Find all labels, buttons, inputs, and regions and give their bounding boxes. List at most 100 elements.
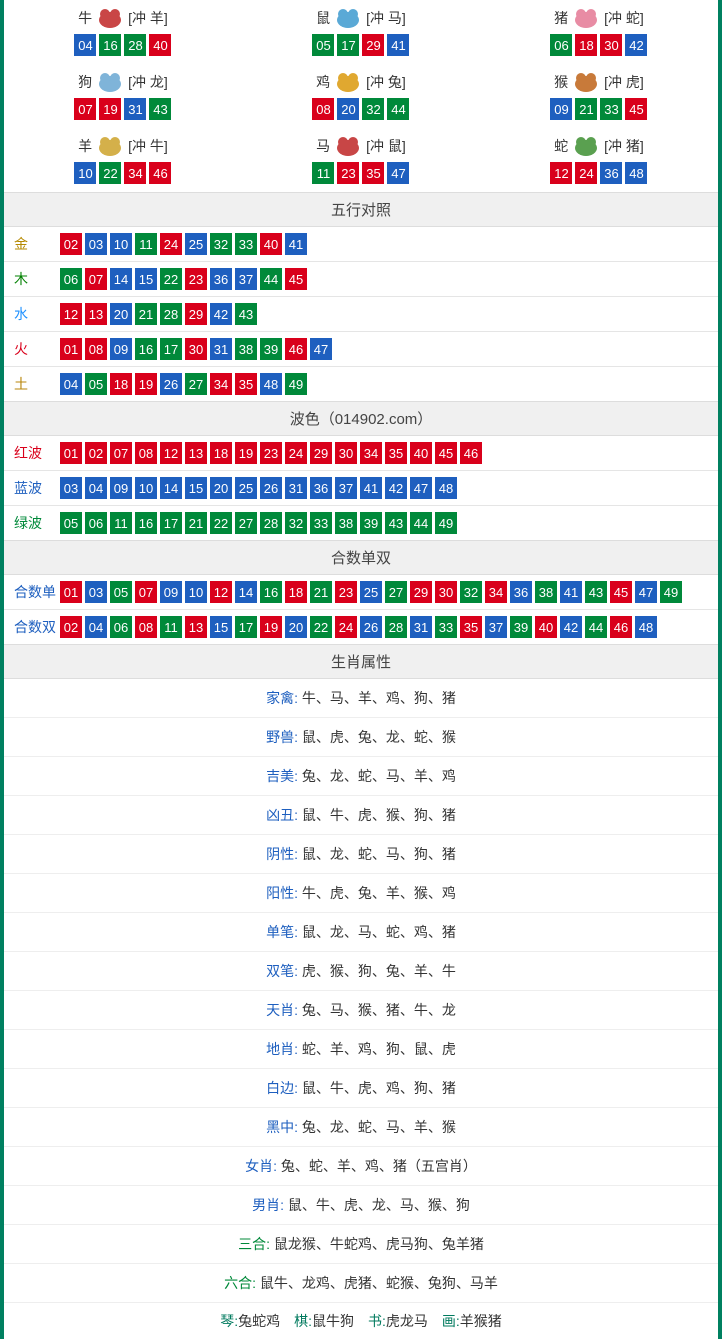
number-ball: 02 [85,442,107,464]
zodiac-cell: 蛇 [冲 猪] 12243648 [480,128,718,192]
number-ball: 49 [435,512,457,534]
number-ball: 41 [285,233,307,255]
row-label: 合数双 [14,617,60,637]
snake-icon [570,134,602,158]
number-ball: 35 [460,616,482,638]
number-ball: 08 [135,616,157,638]
number-ball: 20 [110,303,132,325]
zodiac-balls: 06183042 [480,34,718,56]
number-ball: 14 [110,268,132,290]
zodiac-name: 狗 [78,72,92,92]
monkey-icon [570,70,602,94]
bottom-val: 兔蛇鸡 [238,1313,280,1329]
number-ball: 18 [285,581,307,603]
number-ball: 04 [85,477,107,499]
zodiac-cell: 马 [冲 鼠] 11233547 [242,128,480,192]
number-ball: 12 [160,442,182,464]
number-ball: 08 [312,98,334,120]
horse-icon [332,134,364,158]
number-ball: 24 [335,616,357,638]
number-ball: 41 [560,581,582,603]
ox-icon [94,6,126,30]
zodiac-balls: 10223446 [4,162,242,184]
zodiac-balls: 12243648 [480,162,718,184]
number-ball: 39 [260,338,282,360]
row-balls: 04051819262734354849 [60,373,307,395]
table-row: 土 04051819262734354849 [4,367,718,401]
attr-val: 牛、马、羊、鸡、狗、猪 [302,690,456,706]
number-ball: 31 [124,98,146,120]
number-ball: 46 [285,338,307,360]
number-ball: 47 [635,581,657,603]
number-ball: 08 [135,442,157,464]
zodiac-cell: 猴 [冲 虎] 09213345 [480,64,718,128]
attr-key: 野兽: [266,729,298,745]
number-ball: 13 [185,616,207,638]
number-ball: 15 [210,616,232,638]
attr-val: 兔、龙、蛇、马、羊、猴 [302,1119,456,1135]
number-ball: 02 [60,233,82,255]
row-label: 金 [14,234,60,254]
number-ball: 48 [625,162,647,184]
number-ball: 09 [110,338,132,360]
attr-key: 双笔: [266,963,298,979]
number-ball: 26 [360,616,382,638]
number-ball: 36 [310,477,332,499]
bottom-val: 羊猴猪 [460,1313,502,1329]
attr-val: 蛇、羊、鸡、狗、鼠、虎 [302,1041,456,1057]
number-ball: 37 [335,477,357,499]
number-ball: 01 [60,581,82,603]
number-ball: 45 [625,98,647,120]
number-ball: 29 [310,442,332,464]
zodiac-chong: [冲 猪] [604,136,644,156]
number-ball: 22 [310,616,332,638]
number-ball: 37 [485,616,507,638]
attr-val: 牛、虎、兔、羊、猴、鸡 [302,885,456,901]
number-ball: 47 [387,162,409,184]
zodiac-balls: 07193143 [4,98,242,120]
attr-key: 单笔: [266,924,298,940]
number-ball: 43 [149,98,171,120]
number-ball: 44 [387,98,409,120]
zodiac-name: 鸡 [316,72,330,92]
attr-val: 鼠、龙、马、蛇、鸡、猪 [302,924,456,940]
zodiac-cell: 牛 [冲 羊] 04162840 [4,0,242,64]
number-ball: 32 [362,98,384,120]
row-label: 火 [14,339,60,359]
number-ball: 28 [124,34,146,56]
number-ball: 20 [337,98,359,120]
number-ball: 43 [235,303,257,325]
number-ball: 19 [235,442,257,464]
number-ball: 07 [110,442,132,464]
row-balls: 02031011242532334041 [60,233,307,255]
dog-icon [94,70,126,94]
number-ball: 47 [310,338,332,360]
number-ball: 45 [435,442,457,464]
number-ball: 09 [160,581,182,603]
number-ball: 24 [160,233,182,255]
number-ball: 46 [460,442,482,464]
attr-row: 白边: 鼠、牛、虎、鸡、狗、猪 [4,1069,718,1108]
number-ball: 37 [235,268,257,290]
number-ball: 04 [60,373,82,395]
number-ball: 27 [385,581,407,603]
number-ball: 06 [60,268,82,290]
zodiac-balls: 04162840 [4,34,242,56]
number-ball: 40 [410,442,432,464]
row-label: 红波 [14,443,60,463]
zodiac-cell: 鼠 [冲 马] 05172941 [242,0,480,64]
number-ball: 32 [460,581,482,603]
number-ball: 12 [550,162,572,184]
number-ball: 05 [312,34,334,56]
zodiac-name: 马 [316,136,330,156]
zodiac-chong: [冲 鼠] [366,136,406,156]
number-ball: 23 [335,581,357,603]
number-ball: 33 [600,98,622,120]
number-ball: 28 [260,512,282,534]
zodiac-name: 猴 [554,72,568,92]
number-ball: 47 [410,477,432,499]
attr-key: 黑中: [266,1119,298,1135]
number-ball: 32 [210,233,232,255]
attr-val: 鼠、龙、蛇、马、狗、猪 [302,846,456,862]
number-ball: 10 [110,233,132,255]
